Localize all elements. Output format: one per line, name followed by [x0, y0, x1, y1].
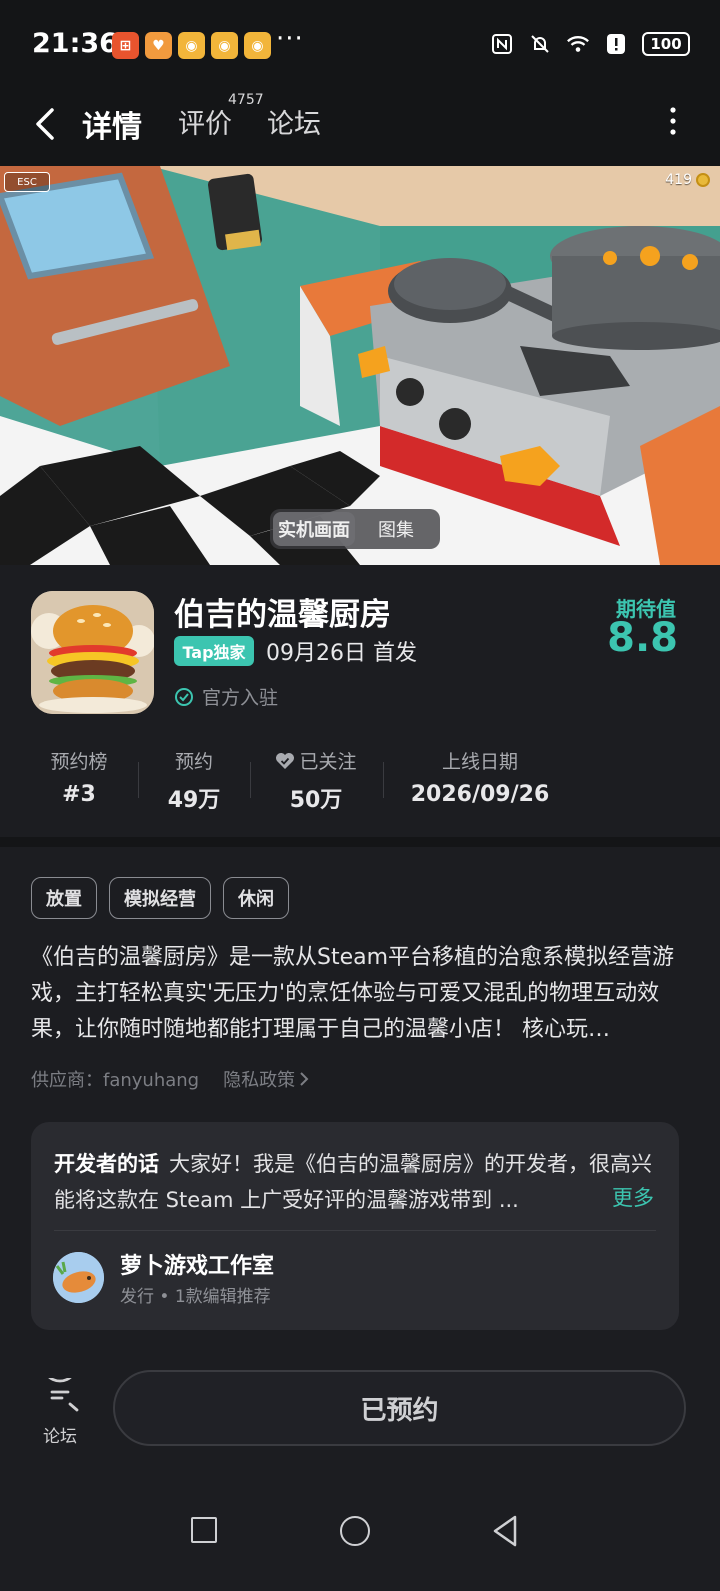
stat-reservations: 预约 49万 — [164, 747, 224, 814]
stat-following-label-row: 已关注 — [270, 747, 362, 774]
coin-value: 419 — [665, 172, 692, 188]
developer-card: 开发者的话 大家好！我是《伯吉的温馨厨房》的开发者，很高兴能将这款在 Steam … — [31, 1122, 679, 1330]
official-verified: 官方入驻 — [174, 683, 278, 710]
section-divider — [0, 837, 720, 847]
more-menu-icon[interactable] — [666, 106, 680, 136]
privacy-label: 隐私政策 — [223, 1070, 296, 1091]
chat-bubble-icon — [43, 1353, 79, 1412]
stat-divider — [250, 762, 251, 798]
tab-gallery[interactable]: 图集 — [355, 512, 437, 546]
stat-launch-value: 2026/09/26 — [410, 782, 550, 807]
reserved-button[interactable]: 已预约 — [113, 1370, 686, 1446]
game-title: 伯吉的温馨厨房 — [174, 597, 391, 633]
media-toggle: 实机画面 图集 — [270, 509, 440, 549]
back-arrow-icon[interactable] — [30, 102, 64, 146]
esc-badge: ESC — [4, 172, 50, 192]
system-nav-bar — [0, 1470, 720, 1591]
coin-icon — [696, 173, 710, 187]
stat-launch-label: 上线日期 — [441, 751, 518, 773]
developer-message[interactable]: 开发者的话 大家好！我是《伯吉的温馨厨房》的开发者，很高兴能将这款在 Steam … — [54, 1146, 664, 1218]
stat-following-value: 50万 — [289, 788, 343, 813]
heart-app-icon: ♥ — [145, 32, 172, 59]
tab-detail[interactable]: 详情 — [82, 102, 144, 152]
app-notification-icon: ⊞ — [112, 32, 139, 59]
card-divider — [54, 1230, 656, 1231]
stat-rank-value: #3 — [62, 782, 96, 807]
bottom-action-bar: 论坛 已预约 — [0, 1353, 720, 1470]
stat-reservations-label: 预约 — [174, 751, 213, 773]
home-icon[interactable] — [340, 1516, 370, 1546]
tag-list: 放置 模拟经营 休闲 — [31, 877, 289, 919]
coin-counter: 419 — [665, 172, 710, 188]
stat-rank-label: 预约榜 — [50, 751, 108, 773]
stat-reservations-value: 49万 — [167, 788, 221, 813]
forum-label: 论坛 — [43, 1427, 77, 1447]
tab-gameplay-video[interactable]: 实机画面 — [273, 512, 355, 546]
tab-review[interactable]: 评价 — [178, 102, 232, 141]
supplier-row: 供应商：fanyuhang 隐私政策 — [31, 1066, 309, 1092]
release-date-text: 09月26日 首发 — [266, 641, 417, 666]
system-back-icon[interactable] — [490, 1514, 520, 1548]
tag-item[interactable]: 休闲 — [223, 877, 289, 919]
stat-following[interactable]: 已关注 50万 — [270, 747, 362, 814]
studio-subtitle: 发行 • 1款编辑推荐 — [120, 1287, 271, 1307]
heart-check-icon — [276, 752, 295, 769]
notification-icons: ⊞ ♥ ◉ ◉ ◉ — [112, 32, 271, 59]
stat-following-label: 已关注 — [299, 751, 357, 773]
game-description[interactable]: 《伯吉的温馨厨房》是一款从Steam平台移植的治愈系模拟经营游戏，主打轻松真实'… — [31, 940, 691, 1048]
forum-button[interactable]: 论坛 — [36, 1353, 84, 1447]
status-time: 21:36 — [32, 28, 118, 59]
privacy-policy-link[interactable]: 隐私政策 — [223, 1066, 309, 1092]
top-nav: 详情 评价 4757 论坛 — [0, 90, 720, 166]
studio-avatar[interactable] — [53, 1252, 104, 1303]
alert-icon — [604, 32, 628, 56]
weibo-icon: ◉ — [178, 32, 205, 59]
more-notifications-icon: ··· — [276, 24, 304, 54]
game-icon — [31, 591, 154, 714]
tab-detail-label: 详情 — [82, 110, 142, 145]
stat-launch-date: 上线日期 2026/09/26 — [410, 747, 550, 807]
recent-apps-icon[interactable] — [191, 1517, 217, 1543]
game-screenshot[interactable]: ESC 419 实机画面 图集 — [0, 166, 720, 565]
tap-exclusive-badge: Tap独家 — [174, 636, 254, 666]
stat-divider — [383, 762, 384, 798]
stats-row: 预约榜 #3 预约 49万 已关注 50万 上线日期 2026/09/26 — [0, 747, 720, 817]
game-info-section: 伯吉的温馨厨房 Tap独家 09月26日 首发 官方入驻 期待值 8.8 预约榜… — [0, 565, 720, 837]
nfc-icon — [490, 32, 514, 56]
tag-item[interactable]: 模拟经营 — [109, 877, 211, 919]
status-bar: 21:36 ⊞ ♥ ◉ ◉ ◉ ··· 100 — [0, 0, 720, 90]
chevron-right-icon — [300, 1072, 309, 1086]
supplier-text: 供应商：fanyuhang — [31, 1070, 200, 1091]
mute-icon — [528, 32, 552, 56]
battery-icon: 100 — [642, 32, 690, 56]
kitchen-scene-image — [0, 166, 720, 565]
expectation-score: 8.8 — [607, 615, 678, 661]
review-count: 4757 — [228, 92, 264, 108]
stat-rank[interactable]: 预约榜 #3 — [46, 747, 112, 807]
verified-check-icon — [175, 687, 193, 706]
tab-forum[interactable]: 论坛 — [267, 102, 321, 141]
weibo-icon: ◉ — [211, 32, 238, 59]
system-icons: 100 — [490, 32, 690, 56]
esc-label: ESC — [17, 176, 37, 188]
tag-item[interactable]: 放置 — [31, 877, 97, 919]
weibo-icon: ◉ — [244, 32, 271, 59]
more-link[interactable]: 更多 — [612, 1182, 654, 1212]
developer-message-title: 开发者的话 — [54, 1152, 159, 1176]
official-label: 官方入驻 — [202, 687, 279, 709]
studio-name[interactable]: 萝卜游戏工作室 — [120, 1248, 274, 1280]
wifi-icon — [566, 32, 590, 56]
stat-divider — [138, 762, 139, 798]
